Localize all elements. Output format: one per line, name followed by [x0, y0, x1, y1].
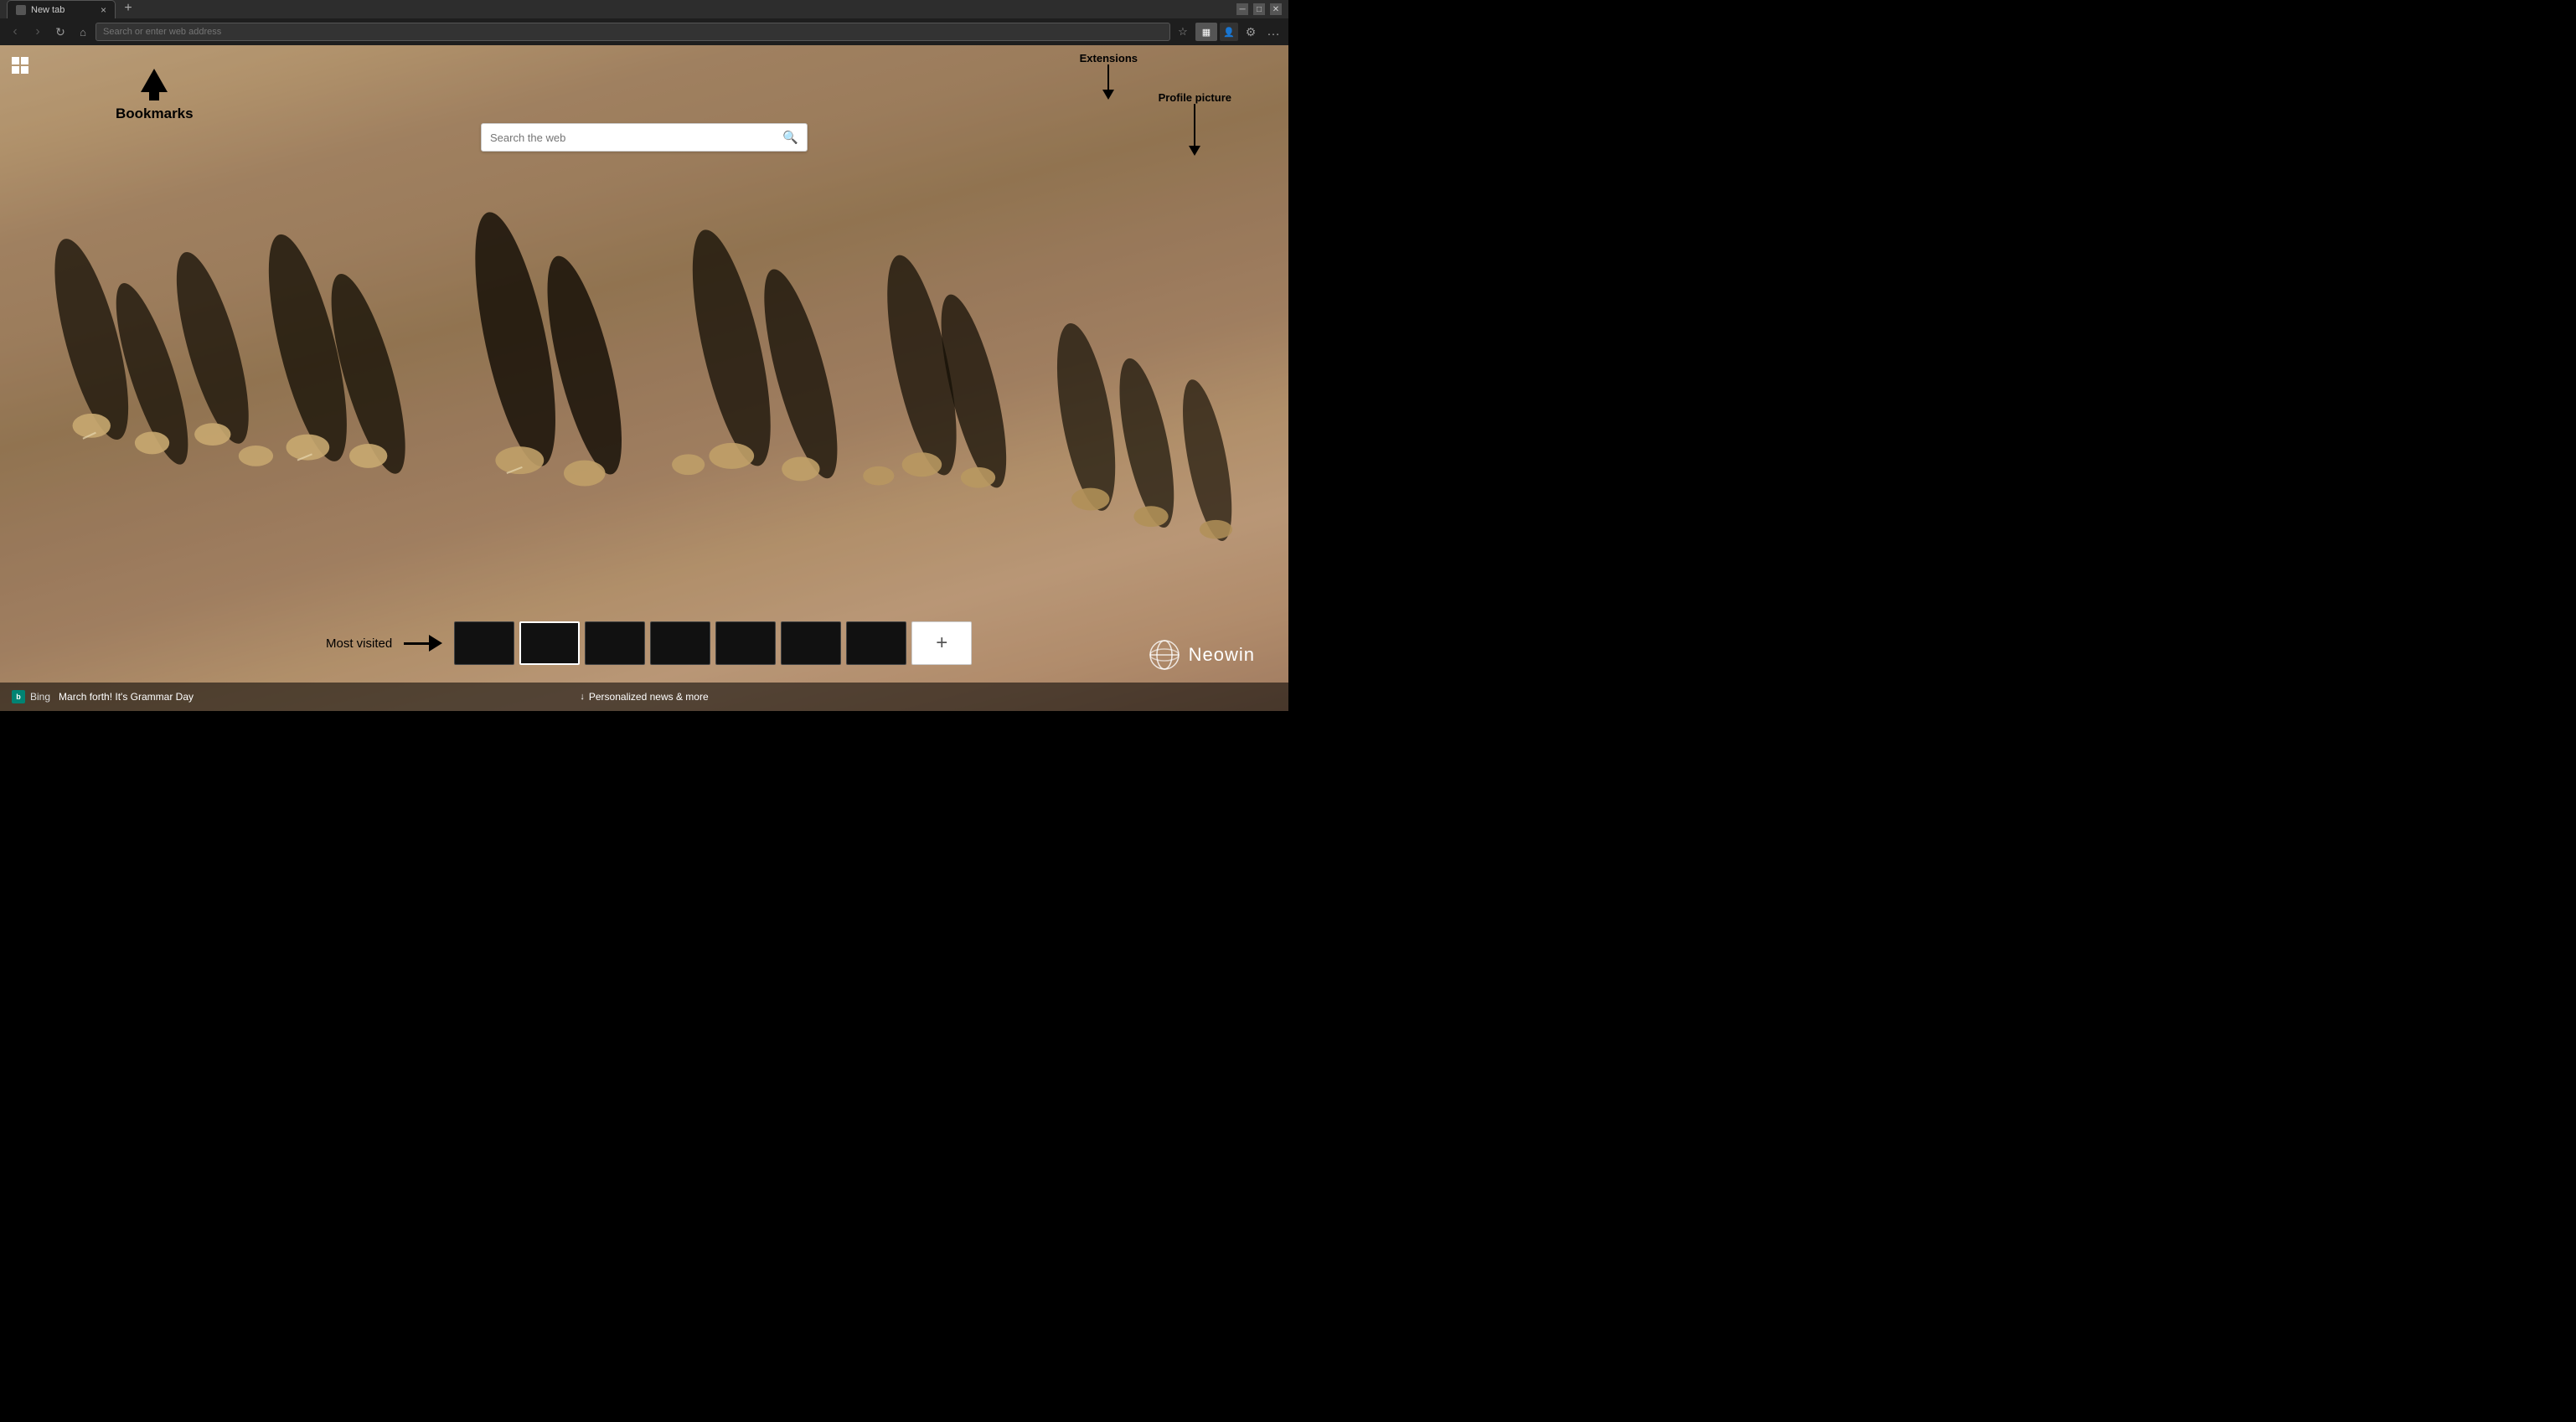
- maximize-btn[interactable]: □: [1253, 3, 1265, 15]
- new-tab-btn[interactable]: +: [119, 0, 137, 18]
- profile-button[interactable]: 👤: [1220, 23, 1238, 41]
- close-btn[interactable]: ✕: [1270, 3, 1282, 15]
- mv-tile-7[interactable]: [846, 621, 906, 665]
- search-submit-button[interactable]: 🔍: [782, 130, 798, 145]
- mv-tile-4[interactable]: [650, 621, 710, 665]
- search-box[interactable]: 🔍: [481, 123, 808, 152]
- search-input[interactable]: [490, 131, 776, 144]
- most-visited-label: Most visited: [326, 636, 392, 651]
- mv-tile-6[interactable]: [781, 621, 841, 665]
- home-button[interactable]: ⌂: [73, 22, 93, 42]
- tab-close-btn[interactable]: ×: [101, 4, 106, 16]
- grammar-day-text: March forth! It's Grammar Day: [59, 691, 194, 703]
- tab-favicon: [16, 5, 26, 15]
- bottom-bar: b Bing March forth! It's Grammar Day ↓ P…: [0, 683, 1288, 711]
- extensions-label: Extensions: [1080, 52, 1138, 64]
- mv-tile-5[interactable]: [715, 621, 776, 665]
- bing-icon: b: [12, 690, 25, 703]
- most-visited-section: Most visited +: [326, 621, 963, 665]
- nav-bar: ‹ › ↻ ⌂ ☆ ▦ 👤 ⚙ …: [0, 18, 1288, 45]
- tab-bar: New tab × + ─ □ ✕: [0, 0, 1288, 18]
- neowin-watermark: Neowin: [1149, 639, 1255, 671]
- favorites-button[interactable]: ☆: [1173, 22, 1193, 42]
- forward-button[interactable]: ›: [28, 22, 48, 42]
- active-tab[interactable]: New tab ×: [7, 0, 116, 18]
- mv-tile-3[interactable]: [585, 621, 645, 665]
- mv-tiles: +: [454, 621, 972, 665]
- minimize-btn[interactable]: ─: [1236, 3, 1248, 15]
- address-input[interactable]: [103, 27, 1163, 37]
- neowin-text: Neowin: [1189, 644, 1255, 666]
- profile-annotation: Profile picture: [1159, 91, 1231, 156]
- browser-window: New tab × + ─ □ ✕ ‹ › ↻ ⌂ ☆ ▦ 👤 ⚙ …: [0, 0, 1288, 711]
- new-tab-page: Bookmarks Extensions Profile picture 🔍 M…: [0, 45, 1288, 711]
- mv-tile-add[interactable]: +: [911, 621, 972, 665]
- mv-tile-2[interactable]: [519, 621, 580, 665]
- more-button[interactable]: …: [1263, 22, 1283, 42]
- address-bar[interactable]: [96, 23, 1170, 41]
- bookmarks-annotation: Bookmarks: [116, 69, 194, 122]
- refresh-button[interactable]: ↻: [50, 22, 70, 42]
- bing-text: Bing: [30, 691, 50, 703]
- extensions-annotation: Extensions: [1080, 52, 1138, 100]
- extensions-button[interactable]: ▦: [1195, 23, 1217, 41]
- most-visited-arrow: [404, 635, 442, 652]
- back-button[interactable]: ‹: [5, 22, 25, 42]
- tab-title: New tab: [31, 5, 96, 15]
- down-arrow-icon: ↓: [580, 692, 585, 702]
- personalized-news-btn[interactable]: ↓ Personalized news & more: [580, 691, 708, 703]
- neowin-globe-icon: [1149, 639, 1180, 671]
- bing-logo: b Bing: [12, 690, 50, 703]
- mv-tile-1[interactable]: [454, 621, 514, 665]
- profile-label: Profile picture: [1159, 91, 1231, 104]
- bookmarks-label: Bookmarks: [116, 106, 194, 122]
- windows-icon[interactable]: [12, 57, 28, 74]
- settings-button[interactable]: ⚙: [1241, 22, 1261, 42]
- search-container: 🔍: [481, 123, 808, 152]
- personalized-news-label: Personalized news & more: [589, 691, 709, 703]
